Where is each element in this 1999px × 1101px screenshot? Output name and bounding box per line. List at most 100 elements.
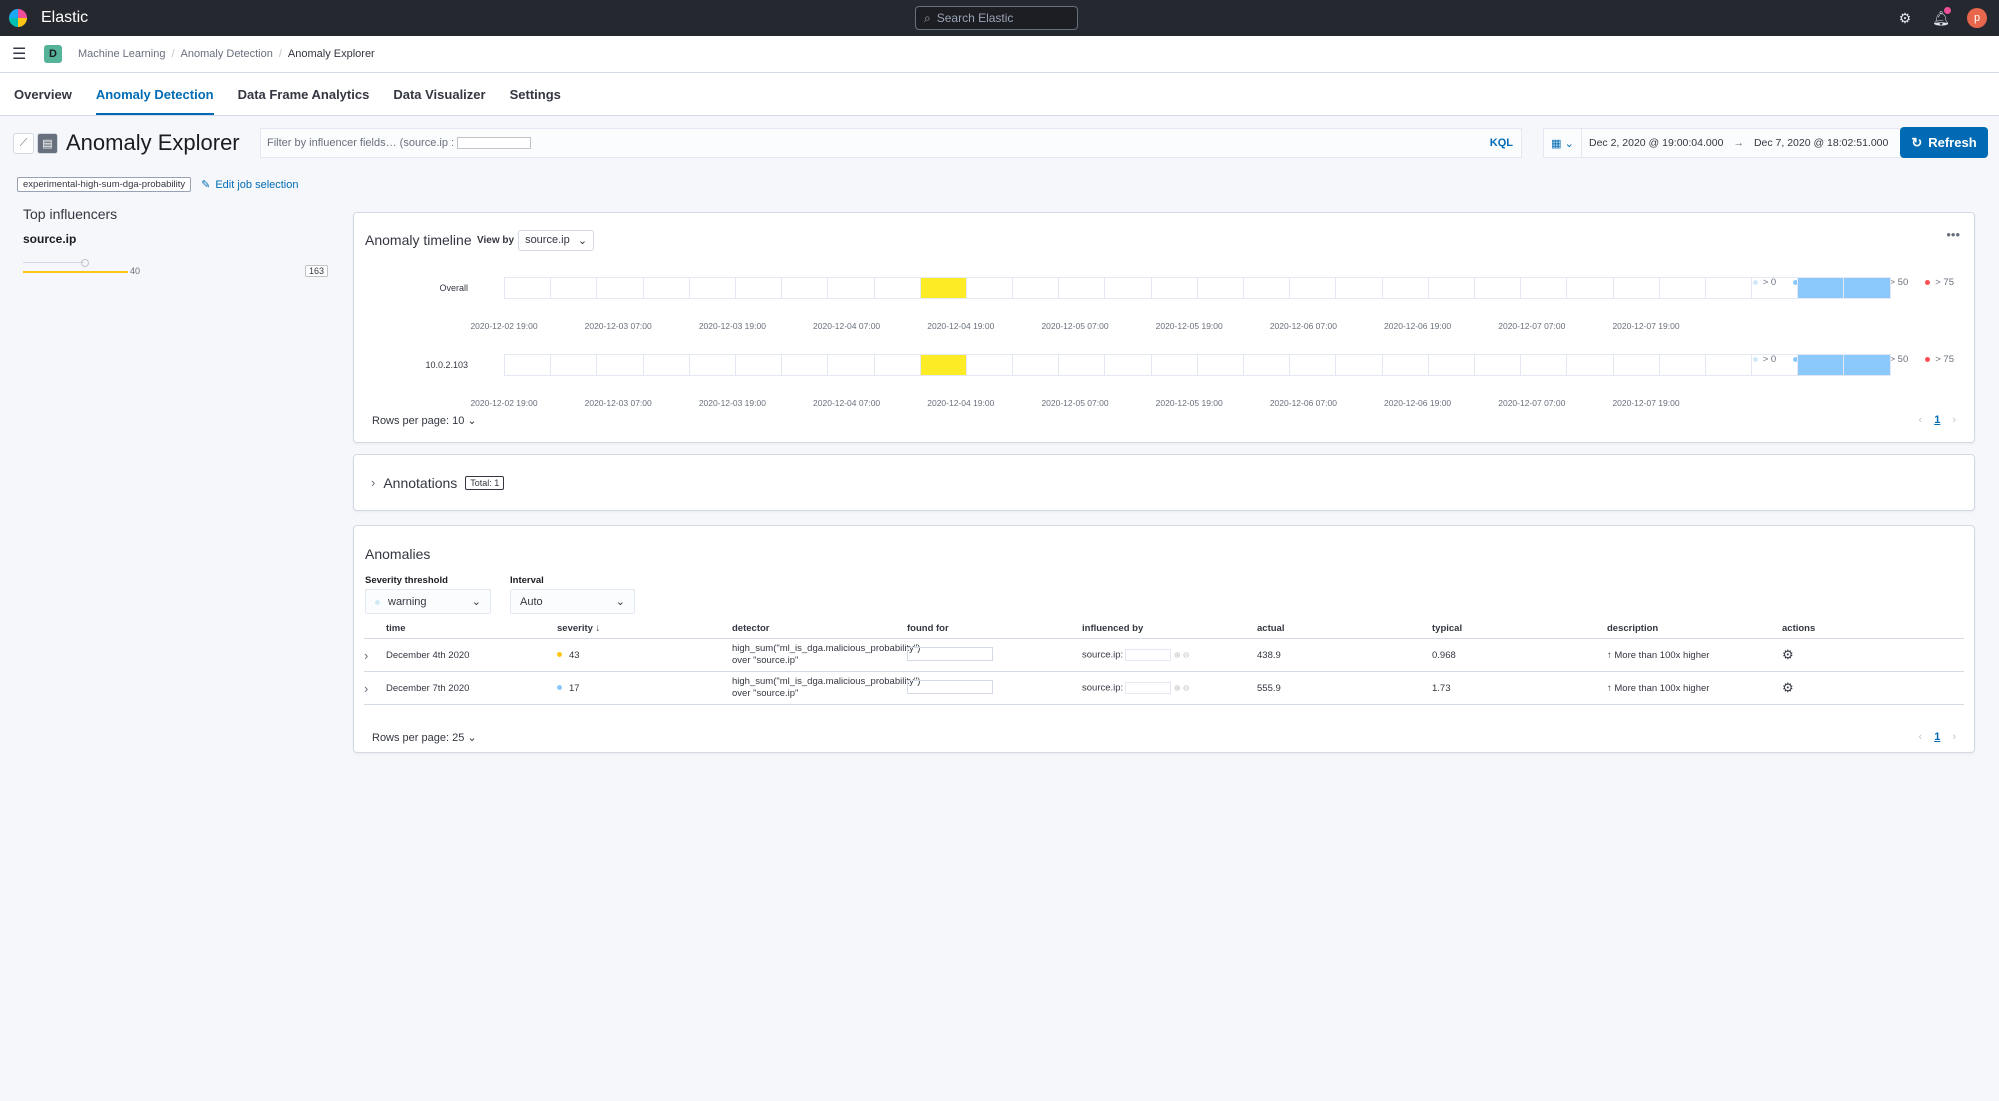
swimlane-cell[interactable] bbox=[1012, 354, 1060, 376]
swimlane-cell[interactable] bbox=[1381, 354, 1429, 376]
swimlane-cell[interactable] bbox=[504, 354, 552, 376]
swimlane-cell[interactable] bbox=[1289, 354, 1337, 376]
hamburger-menu-icon[interactable]: ☰ bbox=[12, 44, 30, 64]
breadcrumb-anomaly-detection[interactable]: Anomaly Detection bbox=[181, 48, 273, 60]
column-header-actual[interactable]: actual bbox=[1257, 623, 1432, 638]
calendar-icon[interactable]: ▦ ⌄ bbox=[1544, 129, 1582, 157]
date-start[interactable]: Dec 2, 2020 @ 19:00:04.000 bbox=[1589, 137, 1723, 149]
swimlane-cell[interactable] bbox=[1843, 277, 1891, 299]
swimlane-cell[interactable] bbox=[1335, 277, 1383, 299]
filter-icons[interactable]: ⊕ ⊖ bbox=[1174, 651, 1190, 660]
swimlane-cell[interactable] bbox=[1289, 277, 1337, 299]
rows-per-page-select[interactable]: Rows per page: 10 ⌄ bbox=[372, 414, 477, 427]
swimlane-cell[interactable] bbox=[919, 354, 967, 376]
filter-influencer-icon[interactable] bbox=[81, 259, 89, 267]
swimlane-cell[interactable] bbox=[1150, 354, 1198, 376]
expand-row-icon[interactable]: › bbox=[364, 681, 386, 696]
swimlane-cell[interactable] bbox=[827, 277, 875, 299]
help-icon[interactable]: ⚙ bbox=[1895, 8, 1915, 28]
date-end[interactable]: Dec 7, 2020 @ 18:02:51.000 bbox=[1754, 137, 1888, 149]
swimlane-cell[interactable] bbox=[504, 277, 552, 299]
swimlane-cell[interactable] bbox=[734, 354, 783, 376]
column-header-found-for[interactable]: found for bbox=[907, 623, 1082, 638]
swimlane-cell[interactable] bbox=[1797, 354, 1845, 376]
annotations-panel[interactable]: › Annotations Total: 1 bbox=[353, 454, 1975, 511]
interval-select[interactable]: Auto ⌄ bbox=[510, 589, 635, 614]
swimlane-cell[interactable] bbox=[827, 354, 875, 376]
swimlane-cell[interactable] bbox=[1427, 354, 1475, 376]
swimlane-cell[interactable] bbox=[1012, 277, 1060, 299]
swimlane-cell[interactable] bbox=[1427, 277, 1475, 299]
swimlane-cell[interactable] bbox=[1058, 277, 1106, 299]
severity-threshold-select[interactable]: warning ⌄ bbox=[365, 589, 491, 614]
column-header-time[interactable]: time bbox=[386, 623, 557, 638]
swimlane-cell[interactable] bbox=[965, 354, 1014, 376]
next-page-icon[interactable]: › bbox=[1952, 731, 1956, 743]
swimlane-cell[interactable] bbox=[550, 277, 598, 299]
edit-job-selection-button[interactable]: ✎ Edit job selection bbox=[201, 178, 298, 192]
swimlane-cell[interactable] bbox=[642, 277, 690, 299]
swimlane-cell[interactable] bbox=[734, 277, 783, 299]
swimlane-cell[interactable] bbox=[1243, 277, 1291, 299]
swimlane-cell[interactable] bbox=[1196, 354, 1244, 376]
gear-icon[interactable]: ⚙ bbox=[1782, 647, 1942, 663]
swimlane-cell[interactable] bbox=[1520, 354, 1568, 376]
page-number[interactable]: 1 bbox=[1934, 731, 1940, 743]
elastic-logo-icon[interactable] bbox=[9, 9, 27, 27]
filter-icons[interactable]: ⊕ ⊖ bbox=[1174, 684, 1190, 693]
notifications-icon[interactable]: 🔔︎ bbox=[1931, 7, 1951, 28]
page-number[interactable]: 1 bbox=[1934, 414, 1940, 426]
swimlane-cell[interactable] bbox=[873, 354, 921, 376]
influencer-item[interactable]: 40 163 bbox=[23, 256, 333, 280]
swimlane-cell[interactable] bbox=[596, 354, 644, 376]
swimlane-cell[interactable] bbox=[1704, 277, 1753, 299]
swimlane-cell[interactable] bbox=[1797, 277, 1845, 299]
swimlane-cell[interactable] bbox=[873, 277, 921, 299]
swimlane-cell[interactable] bbox=[596, 277, 644, 299]
column-header-influenced-by[interactable]: influenced by bbox=[1082, 623, 1257, 638]
swimlane-cell[interactable] bbox=[1335, 354, 1383, 376]
previous-page-icon[interactable]: ‹ bbox=[1919, 731, 1923, 743]
space-avatar[interactable]: D bbox=[44, 45, 62, 63]
swimlane-cell[interactable] bbox=[688, 277, 736, 299]
swimlane-cell[interactable] bbox=[1104, 354, 1152, 376]
tab-data-visualizer[interactable]: Data Visualizer bbox=[393, 87, 485, 115]
rows-per-page-select[interactable]: Rows per page: 25 ⌄ bbox=[372, 731, 477, 744]
single-metric-viewer-icon[interactable]: ⟋ bbox=[13, 132, 34, 154]
swimlane-cell[interactable] bbox=[1751, 354, 1799, 376]
influencer-filter-input[interactable]: Filter by influencer fields… (source.ip … bbox=[260, 128, 1522, 158]
swimlane-cell[interactable] bbox=[1612, 354, 1660, 376]
filter-value-field[interactable] bbox=[457, 137, 532, 149]
swimlane-cell[interactable] bbox=[1473, 277, 1522, 299]
swimlane-cell[interactable] bbox=[781, 277, 829, 299]
swimlane-cell[interactable] bbox=[965, 277, 1014, 299]
next-page-icon[interactable]: › bbox=[1952, 414, 1956, 426]
swimlane-cell[interactable] bbox=[1612, 277, 1660, 299]
swimlane-cell[interactable] bbox=[642, 354, 690, 376]
swimlane-source-ip[interactable] bbox=[504, 354, 1891, 376]
tab-data-frame-analytics[interactable]: Data Frame Analytics bbox=[238, 87, 370, 115]
swimlane-cell[interactable] bbox=[688, 354, 736, 376]
column-header-severity[interactable]: severity ↓ bbox=[557, 623, 732, 638]
tab-anomaly-detection[interactable]: Anomaly Detection bbox=[95, 87, 214, 115]
global-search-input[interactable]: ⌕ Search Elastic bbox=[915, 6, 1078, 30]
expand-row-icon[interactable]: › bbox=[364, 648, 386, 663]
swimlane-cell[interactable] bbox=[1058, 354, 1106, 376]
kql-toggle-button[interactable]: KQL bbox=[1490, 137, 1513, 149]
more-options-icon[interactable]: ••• bbox=[1946, 227, 1960, 242]
column-header-detector[interactable]: detector bbox=[732, 623, 907, 638]
swimlane-cell[interactable] bbox=[1150, 277, 1198, 299]
gear-icon[interactable]: ⚙ bbox=[1782, 680, 1942, 696]
tab-settings[interactable]: Settings bbox=[510, 87, 561, 115]
swimlane-cell[interactable] bbox=[1843, 354, 1891, 376]
swimlane-cell[interactable] bbox=[1658, 277, 1706, 299]
swimlane-cell[interactable] bbox=[1658, 354, 1706, 376]
swimlane-cell[interactable] bbox=[1566, 277, 1614, 299]
swimlane-cell[interactable] bbox=[1751, 277, 1799, 299]
swimlane-cell[interactable] bbox=[1196, 277, 1244, 299]
swimlane-cell[interactable] bbox=[1243, 354, 1291, 376]
swimlane-cell[interactable] bbox=[1104, 277, 1152, 299]
swimlane-cell[interactable] bbox=[1566, 354, 1614, 376]
tab-overview[interactable]: Overview bbox=[14, 87, 72, 115]
brand-name[interactable]: Elastic bbox=[41, 9, 88, 27]
